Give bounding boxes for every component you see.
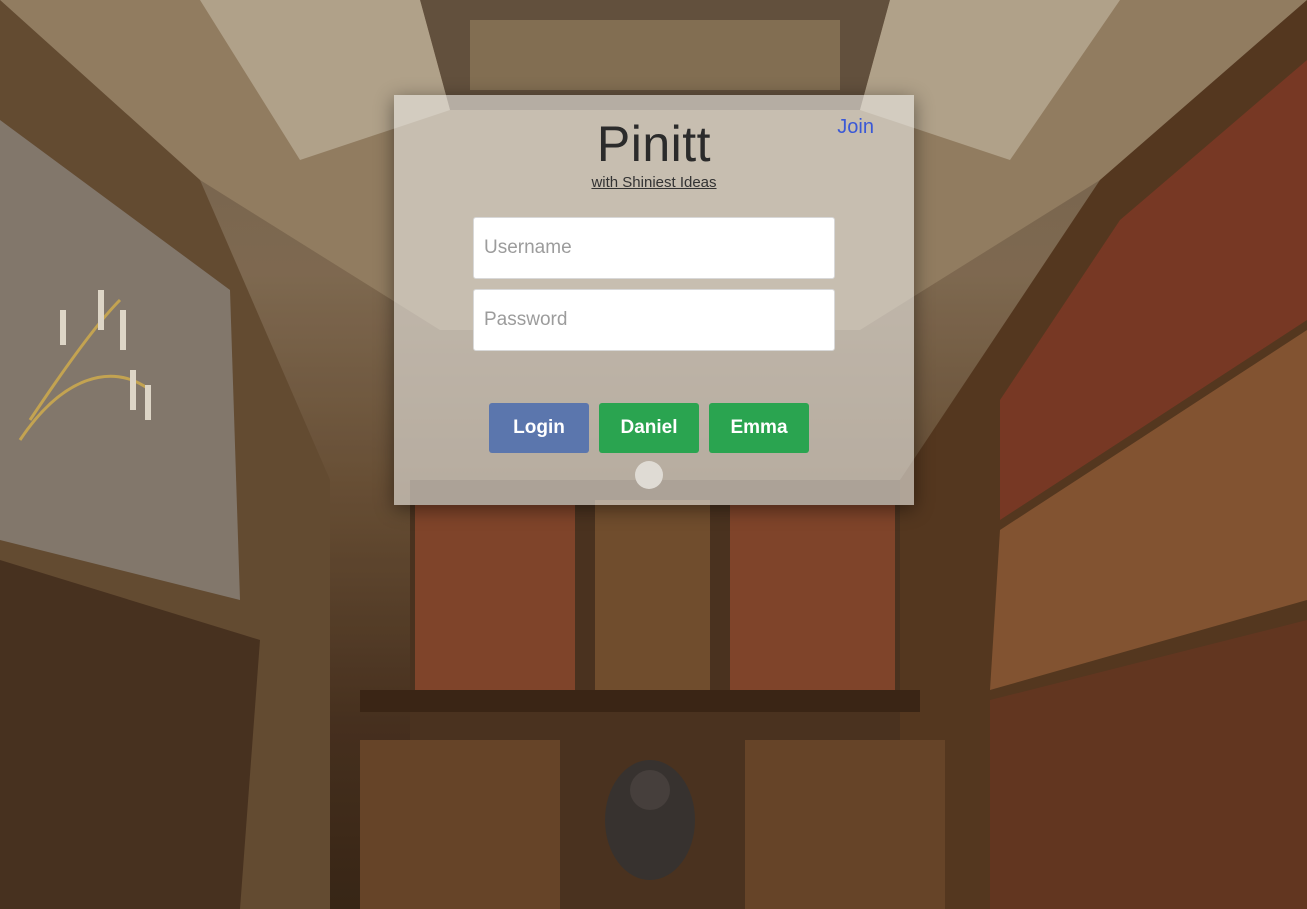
username-input[interactable] — [473, 217, 835, 279]
join-link[interactable]: Join — [837, 116, 874, 139]
app-subtitle[interactable]: with Shiniest Ideas — [394, 174, 914, 191]
demo-user-daniel-button[interactable]: Daniel — [599, 403, 699, 453]
app-title: Pinitt — [596, 116, 712, 172]
password-input[interactable] — [473, 289, 835, 351]
login-button[interactable]: Login — [489, 403, 589, 453]
demo-user-emma-button[interactable]: Emma — [709, 403, 809, 453]
login-card: Pinitt with Shiniest Ideas Join Login Da… — [394, 95, 914, 505]
